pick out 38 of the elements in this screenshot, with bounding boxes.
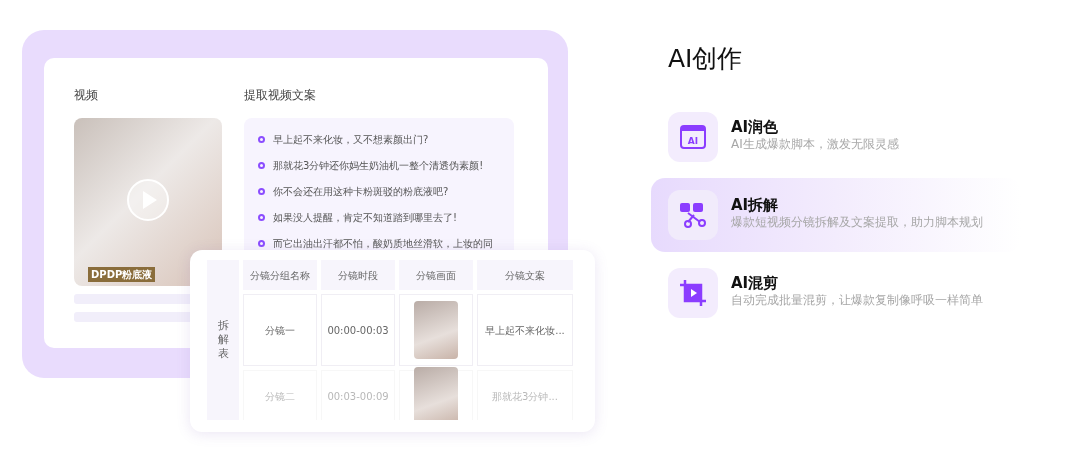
table-cell: 分镜一	[243, 294, 317, 366]
side-label: 拆解表	[217, 318, 229, 362]
bullet-icon	[258, 188, 265, 195]
table-cell: 00:03-00:09	[321, 370, 395, 420]
section-heading: 提取视频文案	[244, 87, 317, 104]
bullet-icon	[258, 240, 265, 247]
column-header: 分镜时段	[321, 260, 395, 290]
column-header: 分镜文案	[477, 260, 573, 290]
feature-title: AI混剪	[731, 272, 780, 294]
bullet-icon	[258, 214, 265, 221]
table-cell: 00:00-00:03	[321, 294, 395, 366]
script-line: 如果没人提醒，肯定不知道踏到哪里去了!	[273, 211, 457, 225]
feature-item[interactable]: AI混剪 自动完成批量混剪，让爆款复制像呼吸一样简单	[651, 255, 1021, 330]
script-line: 那就花3分钟还你妈生奶油机一整个清透伪素颜!	[273, 159, 484, 173]
thumbnail-placeholder	[414, 367, 458, 420]
feature-title: AI润色	[731, 116, 780, 138]
play-icon	[126, 178, 170, 222]
thumbnail-placeholder	[414, 301, 458, 359]
bullet-icon	[258, 162, 265, 169]
column-header: 分镜画面	[399, 260, 473, 290]
script-line: 你不会还在用这种卡粉斑驳的粉底液吧?	[273, 185, 449, 199]
feature-description: AI生成爆款脚本，激发无限灵感	[731, 138, 900, 151]
feature-title: AI拆解	[731, 194, 780, 216]
script-line: 早上起不来化妆，又不想素颜出门?	[273, 133, 429, 147]
column-header: 分镜分组名称	[243, 260, 317, 290]
feature-description: 自动完成批量混剪，让爆款复制像呼吸一样简单	[731, 294, 984, 307]
script-line: 而它出油出汗都不怕，酸奶质地丝滑软，上妆的同	[273, 237, 493, 251]
crop-icon	[668, 267, 718, 318]
ai-window-icon: AI	[668, 111, 718, 162]
section-title: AI创作	[668, 43, 744, 75]
table-cell: 早上起不来化妆...	[477, 294, 573, 366]
section-heading: 视频	[74, 87, 99, 104]
video-caption: DPDP粉底液	[88, 267, 156, 282]
bullet-icon	[258, 136, 265, 143]
table-cell: 那就花3分钟...	[477, 370, 573, 420]
feature-description: 爆款短视频分镜拆解及文案提取，助力脚本规划	[731, 216, 984, 229]
feature-item[interactable]: AI AI润色 AI生成爆款脚本，激发无限灵感	[651, 99, 1021, 174]
scissors-icon	[668, 189, 718, 240]
